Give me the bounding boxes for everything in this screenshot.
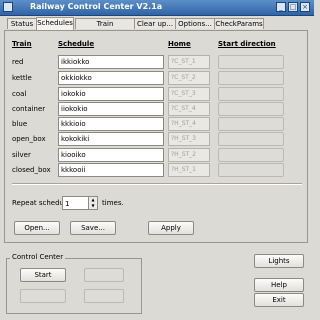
maximize-icon[interactable]: □ [288, 2, 298, 12]
train-name: silver [12, 151, 31, 159]
schedule-input[interactable]: kiooiko [58, 148, 164, 162]
start-direction-button[interactable] [218, 132, 284, 146]
start-direction-button[interactable] [218, 102, 284, 116]
start-direction-button[interactable] [218, 55, 284, 69]
home-field[interactable]: ?C_ST_2 [168, 71, 210, 85]
repeat-value: 1 [65, 200, 70, 208]
spin-arrows-icon[interactable]: ▲ ▼ [88, 197, 97, 209]
home-field[interactable]: ?H_ST_2 [168, 148, 210, 162]
home-field[interactable]: ?C_ST_3 [168, 87, 210, 101]
minimize-icon[interactable]: _ [276, 2, 286, 12]
tab-checkparams[interactable]: CheckParams [214, 18, 264, 29]
header-train: Train [12, 40, 32, 48]
repeat-suffix: times. [102, 199, 124, 207]
exit-button[interactable]: Exit [254, 293, 304, 307]
control-center-title: Control Center [10, 253, 66, 261]
tab-schedules[interactable]: Schedules [36, 17, 74, 30]
train-name: container [12, 105, 46, 113]
train-name: red [12, 58, 24, 66]
repeat-spinbox[interactable]: 1 ▲ ▼ [62, 196, 98, 210]
schedule-input[interactable]: iiokokio [58, 102, 164, 116]
home-field[interactable]: ?H_ST_1 [168, 163, 210, 177]
help-button[interactable]: Help [254, 278, 304, 292]
control-center-group [6, 258, 142, 314]
app-icon[interactable] [3, 2, 13, 12]
train-name: closed_box [12, 166, 51, 174]
schedule-input[interactable]: kkkooii [58, 163, 164, 177]
start-direction-button[interactable] [218, 148, 284, 162]
save-button[interactable]: Save... [70, 221, 116, 235]
header-start-direction: Start direction [218, 40, 276, 48]
disabled-control-button[interactable] [84, 268, 124, 282]
tab-train-parameters[interactable]: Train parameters [75, 18, 135, 39]
start-direction-button[interactable] [218, 71, 284, 85]
train-name: blue [12, 120, 28, 128]
header-schedule: Schedule [58, 40, 95, 48]
schedule-input[interactable]: ikkiokko [58, 55, 164, 69]
tab-options[interactable]: Options... [175, 18, 215, 29]
start-button[interactable]: Start [20, 268, 66, 282]
schedule-input[interactable]: kkkioio [58, 117, 164, 131]
train-name: open_box [12, 135, 46, 143]
schedule-input[interactable]: iokokio [58, 87, 164, 101]
separator [12, 183, 302, 185]
title-bar: Railway Control Center V2.1a _ □ × [0, 0, 314, 16]
disabled-control-button[interactable] [84, 289, 124, 303]
window-title: Railway Control Center V2.1a [30, 2, 163, 11]
open-button[interactable]: Open... [14, 221, 60, 235]
tab-clear-up[interactable]: Clear up... [134, 18, 176, 29]
start-direction-button[interactable] [218, 117, 284, 131]
close-icon[interactable]: × [300, 2, 310, 12]
start-direction-button[interactable] [218, 87, 284, 101]
lights-button[interactable]: Lights [254, 254, 304, 268]
tab-status[interactable]: Status [7, 18, 37, 29]
home-field[interactable]: ?C_ST_4 [168, 102, 210, 116]
home-field[interactable]: ?H_ST_4 [168, 117, 210, 131]
start-direction-button[interactable] [218, 163, 284, 177]
home-field[interactable]: ?C_ST_1 [168, 55, 210, 69]
train-name: coal [12, 90, 27, 98]
apply-button[interactable]: Apply [148, 221, 194, 235]
disabled-control-button[interactable] [20, 289, 66, 303]
schedule-input[interactable]: kokokiki [58, 132, 164, 146]
header-home: Home [168, 40, 191, 48]
schedule-input[interactable]: okkiokko [58, 71, 164, 85]
train-name: kettle [12, 74, 32, 82]
home-field[interactable]: ?H_ST_3 [168, 132, 210, 146]
